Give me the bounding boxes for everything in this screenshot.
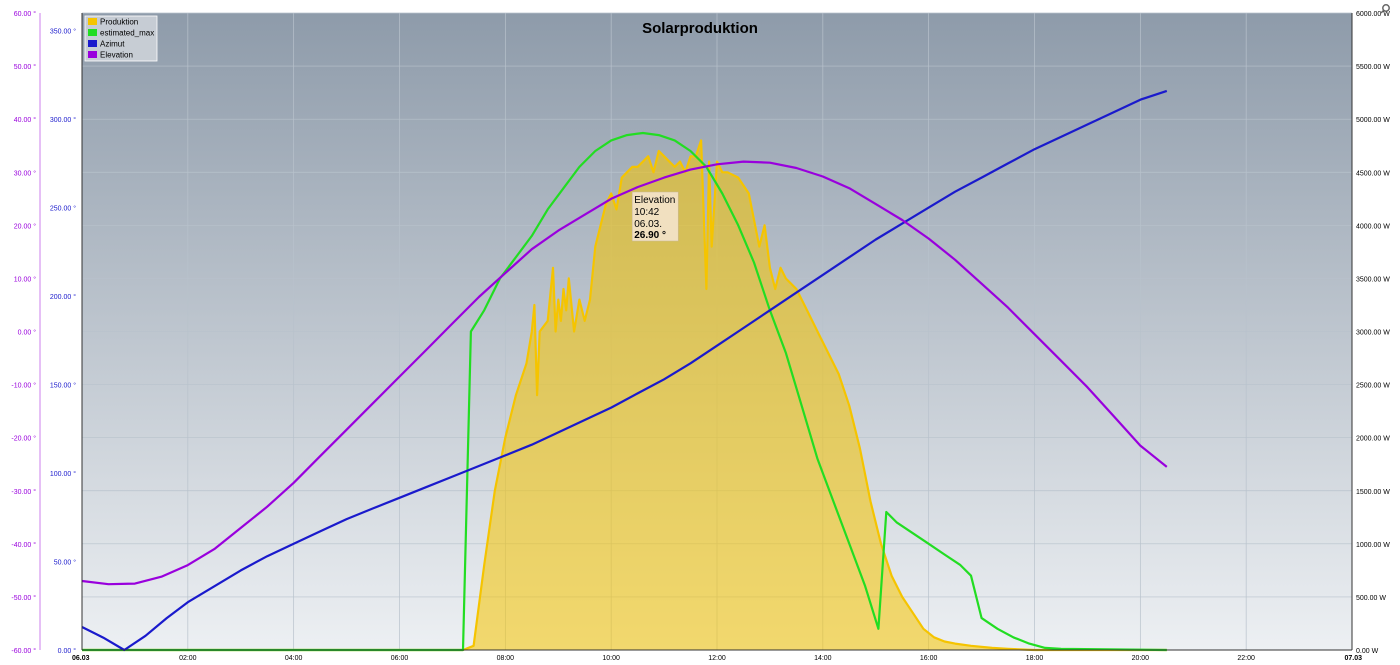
elevation-tick-label: -60.00 ° <box>11 647 36 655</box>
azimut-tick-label: 200.00 ° <box>50 293 76 301</box>
x-tick-label: 16:00 <box>920 655 938 662</box>
azimut-tick-label: 150.00 ° <box>50 382 76 390</box>
elevation-tick-label: 30.00 ° <box>14 169 36 177</box>
azimut-tick-label: 100.00 ° <box>50 470 76 478</box>
legend-swatch <box>88 18 97 25</box>
power-tick-label: 5000.00 W <box>1356 117 1390 124</box>
x-tick-label: 12:00 <box>708 655 726 662</box>
legend-swatch <box>88 40 97 47</box>
power-tick-label: 1500.00 W <box>1356 489 1390 496</box>
x-tick-label: 04:00 <box>285 655 303 662</box>
power-tick-label: 6000.00 W <box>1356 11 1390 18</box>
chart-title: Solarproduktion <box>642 20 758 37</box>
power-tick-label: 1000.00 W <box>1356 542 1390 549</box>
legend-swatch <box>88 29 97 36</box>
x-tick-label: 06:00 <box>391 655 409 662</box>
elevation-tick-label: 60.00 ° <box>14 10 36 18</box>
x-tick-label: 22:00 <box>1237 655 1255 662</box>
x-tick-label: 10:00 <box>602 655 620 662</box>
x-tick-label: 07.03 <box>1344 655 1362 662</box>
power-tick-label: 2500.00 W <box>1356 383 1390 390</box>
elevation-tick-label: 50.00 ° <box>14 63 36 71</box>
legend-swatch <box>88 51 97 58</box>
elevation-tick-label: -20.00 ° <box>11 435 36 443</box>
tooltip-value: 26.90 ° <box>634 230 666 241</box>
tooltip-date: 06.03. <box>634 219 662 230</box>
elevation-tick-label: 20.00 ° <box>14 222 36 230</box>
power-tick-label: 500.00 W <box>1356 595 1386 602</box>
elevation-tick-label: -50.00 ° <box>11 594 36 602</box>
azimut-tick-label: 300.00 ° <box>50 116 76 124</box>
power-tick-label: 3500.00 W <box>1356 276 1390 283</box>
solar-chart: 60.00 ° 50.00 ° 40.00 ° 30.00 ° 20.00 ° 10.00… <box>11 4 1390 662</box>
power-tick-label: 0.00 W <box>1356 648 1379 655</box>
elevation-tick-label: -40.00 ° <box>11 541 36 549</box>
x-tick-label: 18:00 <box>1026 655 1044 662</box>
legend-label: Elevation <box>100 51 133 60</box>
legend-label: estimated_max <box>100 29 154 38</box>
tooltip: Elevation10:4206.03.26.90 ° <box>631 191 679 242</box>
x-tick-label: 14:00 <box>814 655 832 662</box>
tooltip-time: 10:42 <box>634 207 659 218</box>
azimut-tick-label: 250.00 ° <box>50 205 76 213</box>
x-tick-label: 20:00 <box>1132 655 1150 662</box>
legend: Produktion estimated_max Azimut Elevation <box>84 15 158 62</box>
x-tick-label: 08:00 <box>497 655 515 662</box>
power-tick-label: 5500.00 W <box>1356 64 1390 71</box>
x-tick-label: 06.03 <box>72 655 90 662</box>
power-tick-label: 3000.00 W <box>1356 330 1390 337</box>
elevation-tick-label: -10.00 ° <box>11 382 36 390</box>
power-tick-label: 4000.00 W <box>1356 223 1390 230</box>
elevation-tick-label: -30.00 ° <box>11 488 36 496</box>
legend-label: Azimut <box>100 40 125 49</box>
power-tick-label: 2000.00 W <box>1356 436 1390 443</box>
elevation-tick-label: 40.00 ° <box>14 116 36 124</box>
legend-label: Produktion <box>100 18 138 27</box>
elevation-tick-label: 10.00 ° <box>14 275 36 283</box>
tooltip-series: Elevation <box>634 195 675 206</box>
power-tick-label: 4500.00 W <box>1356 170 1390 177</box>
x-tick-label: 02:00 <box>179 655 197 662</box>
azimut-tick-label: 350.00 ° <box>50 28 76 36</box>
azimut-tick-label: 0.00 ° <box>58 647 77 655</box>
elevation-tick-label: 0.00 ° <box>18 329 37 337</box>
azimut-tick-label: 50.00 ° <box>54 559 76 567</box>
